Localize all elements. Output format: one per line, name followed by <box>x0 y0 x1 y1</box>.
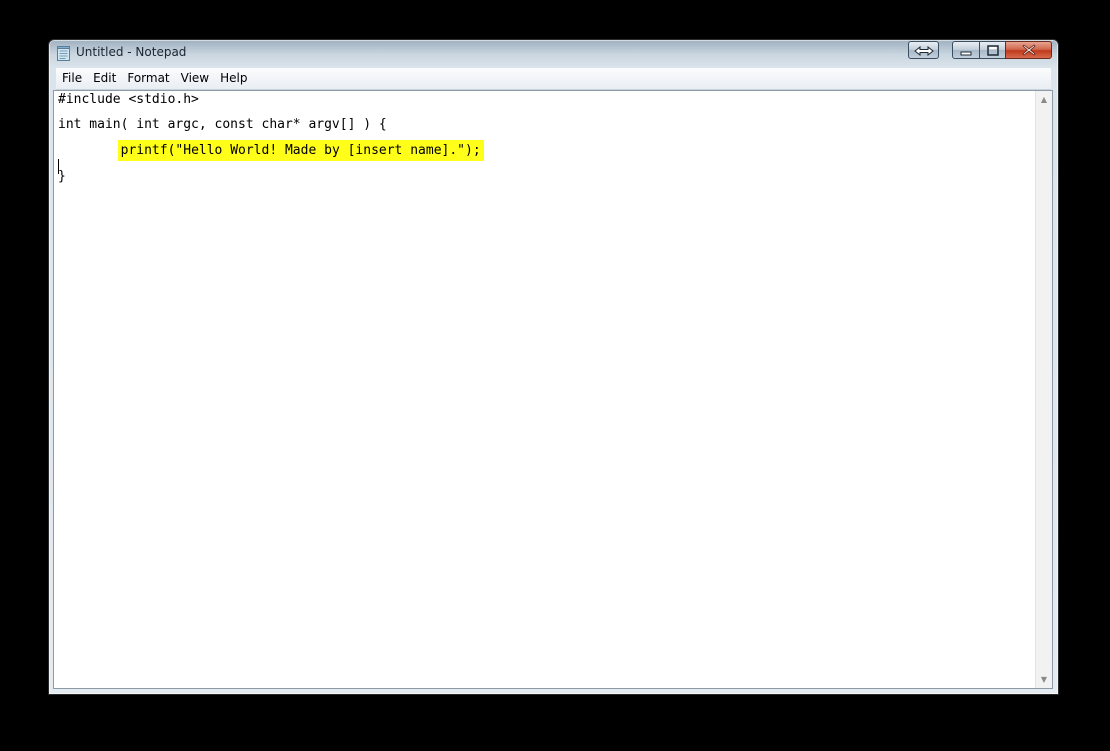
scroll-up-arrow-icon[interactable]: ▲ <box>1036 91 1052 108</box>
menu-format[interactable]: Format <box>121 68 174 89</box>
resize-arrows-icon <box>913 41 934 60</box>
menu-file[interactable]: File <box>56 68 87 89</box>
resize-button[interactable] <box>908 41 939 59</box>
notepad-window: Untitled - Notepad File Edit Format View… <box>48 39 1059 695</box>
scroll-down-arrow-icon[interactable]: ▼ <box>1036 671 1052 688</box>
menu-view[interactable]: View <box>175 68 214 89</box>
notepad-icon <box>57 46 70 61</box>
title-bar[interactable]: Untitled - Notepad <box>49 40 1058 66</box>
menu-edit[interactable]: Edit <box>87 68 121 89</box>
menu-help[interactable]: Help <box>214 68 252 89</box>
minimize-button[interactable] <box>952 41 980 59</box>
code-line-close-brace: } <box>58 169 66 184</box>
menu-bar: File Edit Format View Help <box>56 68 1051 90</box>
code-line-main: int main( int argc, const char* argv[] )… <box>58 117 387 132</box>
editor-frame: #include <stdio.h> int main( int argc, c… <box>53 90 1053 689</box>
window-title: Untitled - Notepad <box>76 45 187 59</box>
maximize-button[interactable] <box>979 41 1006 59</box>
highlighted-printf: printf("Hello World! Made by [insert nam… <box>120 143 481 158</box>
maximize-icon <box>986 41 999 60</box>
code-line-printf: printf("Hello World! Made by [insert nam… <box>58 143 481 159</box>
close-button[interactable] <box>1005 41 1052 59</box>
code-line-include: #include <stdio.h> <box>58 92 199 107</box>
minimize-icon <box>960 41 972 60</box>
close-icon <box>1021 41 1036 60</box>
vertical-scrollbar[interactable]: ▲ ▼ <box>1035 91 1052 688</box>
text-editor[interactable]: #include <stdio.h> int main( int argc, c… <box>54 91 1035 688</box>
